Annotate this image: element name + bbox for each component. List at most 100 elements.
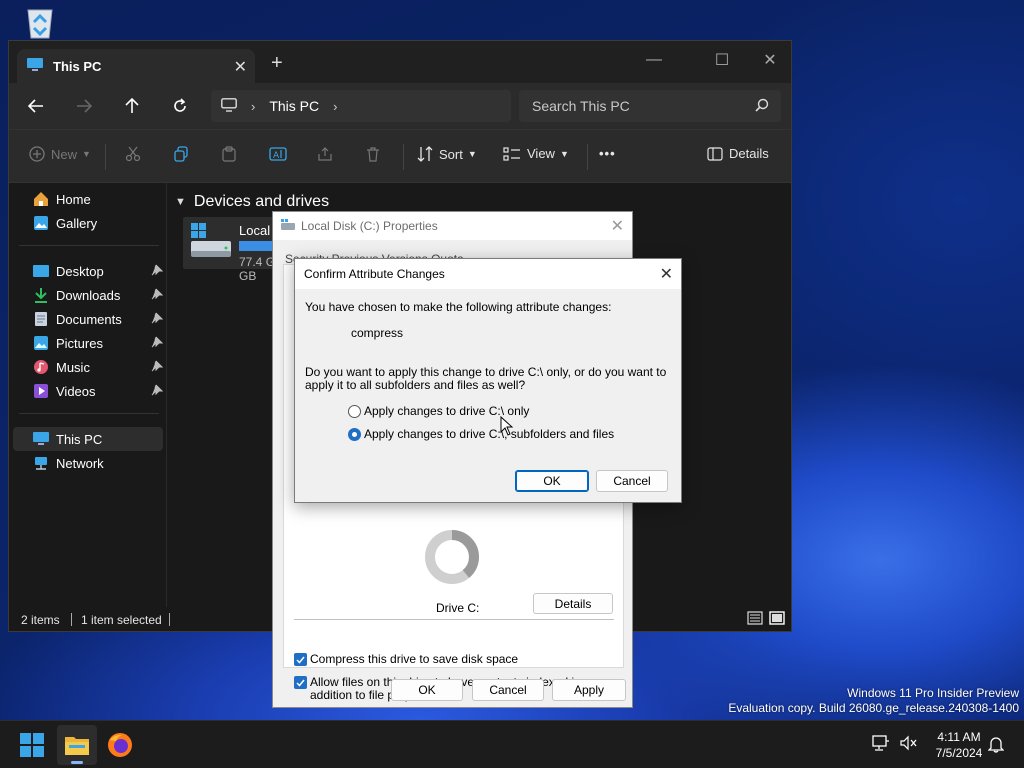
breadcrumb-this-pc[interactable]: This PC [269, 98, 319, 114]
clock-time: 4:11 AM [937, 730, 981, 744]
toolbar-divider [587, 144, 588, 170]
address-bar[interactable]: › This PC › [211, 90, 511, 122]
confirm-titlebar[interactable]: Confirm Attribute Changes ✕ [295, 259, 681, 289]
devices-section-header[interactable]: ▼ Devices and drives [175, 193, 329, 211]
details-view-icon[interactable] [747, 611, 763, 628]
navigation-pane: Home Gallery Desktop Downloads Documents… [9, 183, 167, 607]
navigation-bar: › This PC › Search This PC [9, 83, 791, 129]
sidebar-item-videos[interactable]: Videos [13, 380, 164, 402]
tab-label: This PC [53, 58, 102, 74]
recycle-bin-icon[interactable] [20, 4, 60, 40]
close-icon[interactable]: ✕ [611, 216, 624, 236]
paste-button[interactable] [221, 146, 237, 162]
up-button[interactable] [117, 92, 147, 120]
arrow-up-icon [125, 98, 139, 113]
sidebar-item-music[interactable]: Music [13, 356, 164, 378]
toolbar-divider [105, 144, 106, 170]
sidebar-item-gallery[interactable]: Gallery [13, 212, 163, 234]
trash-icon [367, 147, 379, 162]
running-indicator [71, 761, 83, 764]
sidebar-item-pictures[interactable]: Pictures [13, 332, 164, 354]
sidebar-item-documents[interactable]: Documents [13, 308, 164, 330]
pin-icon[interactable] [151, 336, 164, 351]
copy-button[interactable] [173, 146, 189, 162]
explorer-titlebar[interactable]: This PC ✕ + — ☐ ✕ [9, 41, 791, 83]
refresh-button[interactable] [165, 92, 195, 120]
tab-this-pc[interactable]: This PC ✕ [17, 49, 255, 83]
apply-subfolders-radio[interactable]: Apply changes to drive C:\, subfolders a… [348, 427, 614, 441]
taskbar-clock[interactable]: 4:11 AM 7/5/2024 [924, 729, 994, 761]
taskbar: 4:11 AM 7/5/2024 [0, 720, 1024, 768]
sidebar-item-this-pc[interactable]: This PC [13, 427, 163, 451]
properties-ok-button[interactable]: OK [391, 679, 463, 701]
sidebar-item-label: Home [56, 191, 91, 207]
properties-apply-button[interactable]: Apply [552, 679, 626, 701]
pin-icon[interactable] [151, 312, 164, 327]
close-icon[interactable]: ✕ [660, 264, 673, 284]
chevron-down-icon: ▼ [175, 196, 186, 208]
notification-bell-icon[interactable] [987, 735, 1005, 756]
maximize-button[interactable]: ☐ [699, 47, 745, 73]
radio-unchecked-icon[interactable] [348, 404, 361, 418]
pin-icon[interactable] [151, 264, 164, 279]
forward-button[interactable] [69, 92, 99, 120]
network-icon [33, 455, 49, 471]
drive-label: Drive C: [436, 601, 480, 615]
scissors-icon [125, 146, 141, 162]
start-button[interactable] [12, 725, 52, 765]
close-tab-icon[interactable]: ✕ [234, 57, 247, 77]
minimize-button[interactable]: — [631, 47, 677, 73]
sidebar-item-network[interactable]: Network [13, 452, 163, 474]
new-button[interactable]: New ▼ [29, 146, 91, 162]
chevron-right-icon[interactable]: › [333, 99, 337, 114]
checkbox-checked-icon[interactable] [294, 653, 307, 666]
delete-button[interactable] [365, 146, 381, 162]
watermark-edition: Windows 11 Pro Insider Preview [847, 686, 1019, 700]
sidebar-item-downloads[interactable]: Downloads [13, 284, 164, 306]
compress-label: Compress this drive to save disk space [310, 652, 519, 666]
chevron-right-icon[interactable]: › [251, 99, 255, 114]
sidebar-item-desktop[interactable]: Desktop [13, 260, 164, 282]
taskbar-file-explorer[interactable] [57, 725, 97, 765]
pin-icon[interactable] [151, 360, 164, 375]
sidebar-item-home[interactable]: Home [13, 188, 163, 210]
gallery-icon [33, 215, 49, 231]
back-button[interactable] [21, 92, 51, 120]
radio-checked-icon[interactable] [348, 427, 361, 441]
confirm-cancel-button[interactable]: Cancel [596, 470, 668, 492]
properties-cancel-button[interactable]: Cancel [472, 679, 544, 701]
windows-watermark: Windows 11 Pro Insider Preview Evaluatio… [728, 686, 1019, 716]
new-label: New [51, 146, 78, 162]
taskbar-firefox[interactable] [100, 725, 140, 765]
view-icon [503, 146, 520, 161]
share-button[interactable] [317, 146, 333, 162]
sidebar-item-label: Network [56, 455, 104, 471]
see-more-button[interactable]: ••• [599, 146, 616, 161]
pin-icon[interactable] [151, 288, 164, 303]
sidebar-item-label: Documents [56, 311, 122, 327]
folder-icon [65, 737, 89, 755]
sidebar-divider [19, 245, 159, 246]
chevron-down-icon: ▼ [559, 148, 569, 159]
search-input[interactable]: Search This PC [519, 90, 781, 122]
cut-button[interactable] [125, 146, 141, 162]
compress-drive-checkbox[interactable]: Compress this drive to save disk space [294, 653, 518, 666]
checkbox-checked-icon[interactable] [294, 676, 307, 689]
pc-icon [27, 57, 43, 75]
details-button[interactable]: Details [533, 593, 613, 614]
pin-icon[interactable] [151, 384, 164, 399]
details-pane-icon [707, 146, 723, 161]
details-pane-button[interactable]: Details [707, 146, 769, 161]
disk-usage-chart [422, 527, 482, 590]
volume-muted-icon[interactable] [900, 735, 918, 754]
new-tab-button[interactable]: + [271, 53, 283, 73]
tiles-view-icon[interactable] [769, 611, 785, 628]
close-button[interactable]: ✕ [747, 47, 793, 73]
rename-button[interactable]: A [269, 146, 287, 162]
properties-titlebar[interactable]: Local Disk (C:) Properties ✕ [273, 212, 632, 240]
sort-button[interactable]: Sort ▼ [417, 146, 477, 162]
confirm-ok-button[interactable]: OK [515, 470, 589, 492]
view-button[interactable]: View ▼ [503, 146, 569, 161]
system-tray [872, 735, 918, 754]
network-icon[interactable] [872, 735, 890, 754]
